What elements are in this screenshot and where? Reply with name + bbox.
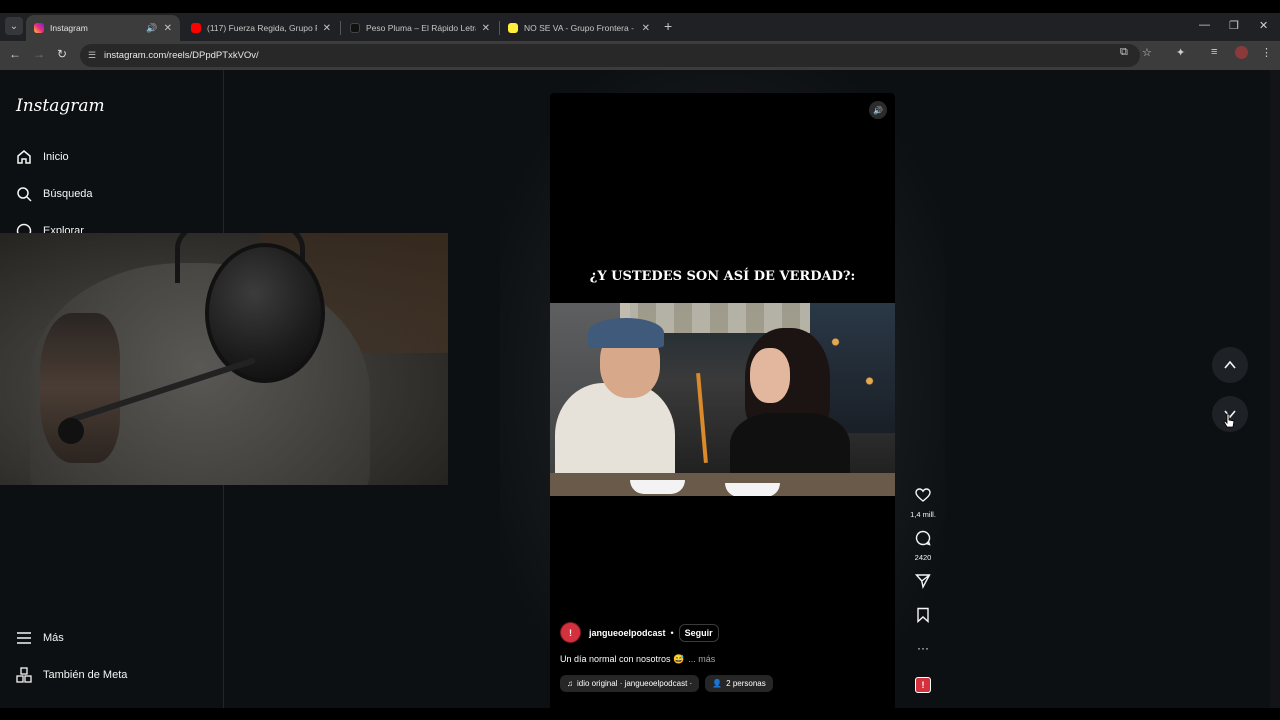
sidebar-item-busqueda[interactable]: Búsqueda [16,186,93,202]
sidebar-item-label: También de Meta [43,669,128,681]
like-count: 1,4 mill. [910,510,936,519]
extensions-icon[interactable]: ✦ [1176,46,1185,59]
youtube-favicon-icon [191,23,201,33]
tab-title: (117) Fuerza Regida, Grupo Fro [207,23,317,33]
top-strip [0,0,1280,13]
reload-icon[interactable]: ↻ [57,47,67,61]
new-tab-button[interactable]: + [664,18,672,34]
instagram-page: Instagram Inicio Búsqueda Explorar Más T… [0,70,1270,708]
heart-icon [915,488,931,502]
tab-no-se-va[interactable]: NO SE VA - Grupo Frontera - Li ✕ [500,15,658,41]
webcam-face [40,313,120,463]
tab-divider [340,21,341,35]
bookmark-star-icon[interactable]: ☆ [1142,46,1152,59]
mouse-cursor-icon [1223,413,1235,434]
sidebar-item-mas[interactable]: Más [16,630,64,646]
menu-icon [16,630,32,646]
send-icon [914,574,931,590]
video-man-cap [588,318,664,348]
people-label: 2 personas [726,679,766,688]
page-scrollbar[interactable] [1270,70,1280,708]
tab-search-button[interactable]: ⌄ [5,17,23,35]
reel-actions: 1,4 mill. 2420 ··· ! [905,70,941,708]
lyrics-favicon-icon [508,23,518,33]
tab-instagram[interactable]: Instagram 🔊 ✕ [26,15,180,41]
separator-dot: • [670,627,674,638]
url-text: instagram.com/reels/DPpdPTxkVOv/ [104,50,259,61]
sidebar-item-label: Búsqueda [43,188,93,200]
address-bar[interactable]: ☰ instagram.com/reels/DPpdPTxkVOv/ [80,44,1140,67]
like-button[interactable]: 1,4 mill. [905,487,941,519]
people-chip[interactable]: 👤 2 personas [705,675,773,692]
sidebar-item-inicio[interactable]: Inicio [16,149,69,165]
search-icon [16,186,32,202]
instagram-logo[interactable]: Instagram [16,96,105,116]
comment-icon [915,530,931,546]
meta-icon [16,667,32,683]
sidebar-item-label: Más [43,632,64,644]
volume-icon[interactable]: 🔊 [869,101,887,119]
audio-label: idio original · jangueoelpodcast · [577,679,693,688]
sidebar-item-tambien-de-meta[interactable]: También de Meta [16,667,127,683]
instagram-favicon-icon [34,23,44,33]
audio-thumbnail[interactable]: ! [915,677,931,693]
more-link[interactable]: ... más [688,654,715,664]
webcam-overlay [0,233,448,485]
browser-tab-bar: ⌄ Instagram 🔊 ✕ (117) Fuerza Regida, Gru… [0,13,1280,41]
tab-youtube[interactable]: (117) Fuerza Regida, Grupo Fro ✕ [183,15,339,41]
video-woman-face [750,348,790,403]
tab-close-icon[interactable]: ✕ [642,23,650,34]
tab-close-icon[interactable]: ✕ [323,23,331,34]
video-table [550,473,895,496]
follow-button[interactable]: Seguir [678,623,719,642]
author-avatar[interactable]: ! [560,622,581,643]
video-bowl [630,480,685,494]
tab-close-icon[interactable]: ✕ [482,23,490,34]
bottom-strip [0,708,1280,720]
bookmark-icon [917,607,929,624]
restore-icon[interactable]: ❐ [1229,19,1239,32]
chevron-up-icon [1224,360,1236,369]
comment-button[interactable]: 2420 [905,530,941,562]
comment-count: 2420 [914,553,932,562]
tab-audio-icon[interactable]: 🔊 [146,23,157,34]
reel-chips: ♫ idio original · jangueoelpodcast · 👤 2… [560,675,779,692]
share-button[interactable] [905,573,941,594]
reel-player[interactable]: 🔊 ¿Y USTEDES SON ASÍ DE VERDAD?: ! jangu… [550,93,895,708]
reel-video[interactable] [550,303,895,496]
person-icon: 👤 [712,679,723,688]
genius-favicon-icon [350,23,360,33]
sidebar-item-label: Inicio [43,151,69,163]
media-controls-icon[interactable]: ≡ [1211,46,1217,58]
headphone-icon [205,243,325,383]
audio-chip[interactable]: ♫ idio original · jangueoelpodcast · [560,675,700,692]
home-icon [16,149,32,165]
reel-description: Un día normal con nosotros 😅... más [560,654,715,665]
save-button[interactable] [905,607,941,628]
browser-menu-icon[interactable]: ⋮ [1261,46,1272,59]
reel-overlay-text: ¿Y USTEDES SON ASÍ DE VERDAD?: [589,269,856,284]
microphone-icon [58,418,84,444]
more-options-icon[interactable]: ··· [905,641,941,655]
profile-avatar-icon[interactable] [1235,46,1248,59]
tab-peso-pluma[interactable]: Peso Pluma – El Rápido Letra | ✕ [342,15,498,41]
minimize-icon[interactable]: — [1199,19,1210,31]
description-text: Un día normal con nosotros 😅 [560,654,685,664]
tab-title: NO SE VA - Grupo Frontera - Li [524,23,636,33]
install-app-icon[interactable]: ⧉ [1120,46,1128,59]
back-icon[interactable]: ← [9,47,21,61]
previous-reel-button[interactable] [1212,347,1248,383]
video-spoon [696,372,708,464]
forward-icon[interactable]: → [33,47,45,61]
browser-toolbar: ← → ↻ ☰ instagram.com/reels/DPpdPTxkVOv/… [0,41,1280,70]
site-info-icon[interactable]: ☰ [80,50,104,61]
tab-close-icon[interactable]: ✕ [164,23,172,34]
reel-author: ! jangueoelpodcast • Seguir [560,622,719,643]
tab-title: Peso Pluma – El Rápido Letra | [366,23,476,33]
author-username[interactable]: jangueoelpodcast [589,628,666,638]
music-note-icon: ♫ [567,679,573,688]
close-window-icon[interactable]: ✕ [1259,19,1268,32]
tab-title: Instagram [50,23,88,33]
video-bowl [725,483,780,496]
